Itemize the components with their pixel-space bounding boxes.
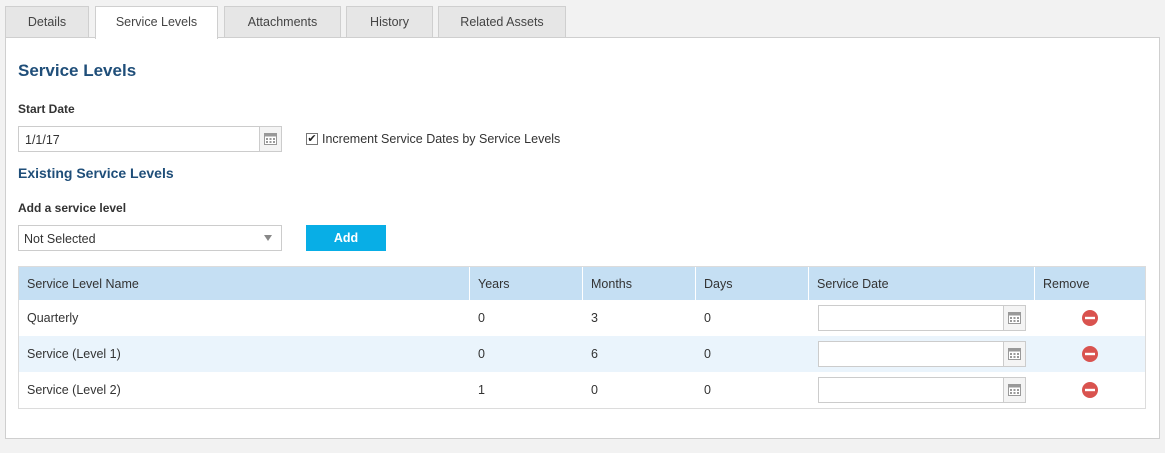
tab-service-levels[interactable]: Service Levels <box>95 6 218 39</box>
header-months: Months <box>583 267 696 300</box>
tab-related-assets[interactable]: Related Assets <box>438 6 566 38</box>
tab-attachments[interactable]: Attachments <box>224 6 341 38</box>
calendar-icon[interactable] <box>1003 378 1025 402</box>
cell-years: 0 <box>478 311 485 325</box>
increment-label: Increment Service Dates by Service Level… <box>322 132 561 146</box>
increment-checkbox[interactable]: ✔ <box>306 133 318 145</box>
service-level-select[interactable]: Not Selected <box>18 225 282 251</box>
cell-years: 0 <box>478 347 485 361</box>
existing-service-levels-title: Existing Service Levels <box>18 165 174 181</box>
service-level-select-value: Not Selected <box>24 232 96 246</box>
cell-name: Service (Level 1) <box>27 347 121 361</box>
checkmark-icon: ✔ <box>307 133 317 145</box>
cell-months: 6 <box>591 347 598 361</box>
add-service-level-label: Add a service level <box>18 201 127 215</box>
cell-days: 0 <box>704 383 711 397</box>
service-date-input[interactable] <box>818 341 1026 367</box>
service-date-input[interactable] <box>818 377 1026 403</box>
service-levels-panel: Service Levels Start Date 1/1/17 ✔ Incre… <box>5 37 1160 439</box>
remove-icon[interactable] <box>1081 345 1099 363</box>
chevron-down-icon <box>264 235 272 241</box>
header-days: Days <box>696 267 809 300</box>
header-remove: Remove <box>1043 276 1090 291</box>
service-levels-table: Service Level Name Years Months Days Ser… <box>18 266 1146 409</box>
header-years: Years <box>470 267 583 300</box>
cell-name: Service (Level 2) <box>27 383 121 397</box>
remove-icon[interactable] <box>1081 309 1099 327</box>
page-title: Service Levels <box>18 61 137 80</box>
remove-icon[interactable] <box>1081 381 1099 399</box>
start-date-label: Start Date <box>18 102 75 116</box>
tab-details[interactable]: Details <box>5 6 89 38</box>
table-header-row: Service Level Name Years Months Days Ser… <box>19 267 1145 300</box>
calendar-icon[interactable] <box>259 127 281 151</box>
add-button[interactable]: Add <box>306 225 386 251</box>
calendar-icon[interactable] <box>1003 342 1025 366</box>
cell-days: 0 <box>704 347 711 361</box>
cell-months: 3 <box>591 311 598 325</box>
start-date-value: 1/1/17 <box>25 133 60 147</box>
service-date-input[interactable] <box>818 305 1026 331</box>
table-row: Quarterly 0 3 0 <box>19 300 1145 336</box>
table-row: Service (Level 1) 0 6 0 <box>19 336 1145 372</box>
tab-history[interactable]: History <box>346 6 433 38</box>
header-name: Service Level Name <box>19 267 470 300</box>
calendar-icon[interactable] <box>1003 306 1025 330</box>
cell-months: 0 <box>591 383 598 397</box>
table-row: Service (Level 2) 1 0 0 <box>19 372 1145 408</box>
header-service-date: Service Date <box>809 267 1035 300</box>
start-date-input[interactable]: 1/1/17 <box>18 126 282 152</box>
cell-name: Quarterly <box>27 311 79 325</box>
cell-days: 0 <box>704 311 711 325</box>
cell-years: 1 <box>478 383 485 397</box>
